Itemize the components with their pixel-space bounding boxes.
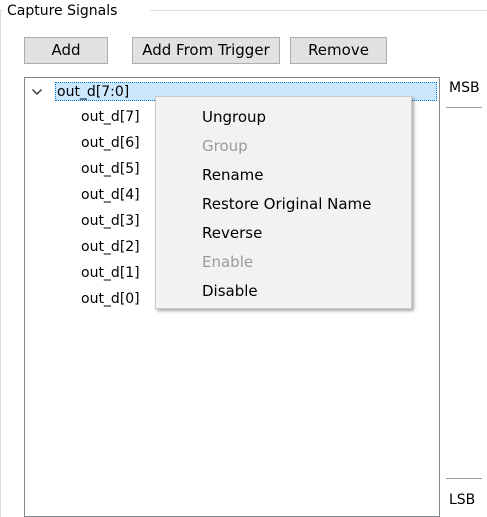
tree-row[interactable]: out_d[6] — [81, 132, 140, 154]
lsb-label: LSB — [449, 492, 476, 508]
lsb-divider — [446, 478, 482, 479]
add-button[interactable]: Add — [24, 37, 108, 64]
tree-row[interactable]: out_d[1] — [81, 262, 140, 284]
tree-row[interactable]: out_d[4] — [81, 184, 140, 206]
chevron-down-icon[interactable] — [29, 81, 45, 103]
menu-item-group: Group — [202, 137, 248, 155]
menu-item-enable: Enable — [202, 253, 254, 271]
add-from-trigger-button[interactable]: Add From Trigger — [132, 37, 280, 64]
groupbox-border — [0, 10, 1, 517]
tree-row[interactable]: out_d[3] — [81, 210, 140, 232]
menu-item-rename[interactable]: Rename — [202, 161, 264, 189]
context-menu: Ungroup Group Rename Restore Original Na… — [155, 96, 412, 309]
menu-item-reverse[interactable]: Reverse — [202, 219, 262, 247]
menu-item-restore-original-name[interactable]: Restore Original Name — [202, 190, 371, 218]
tree-row[interactable]: out_d[7] — [81, 106, 140, 128]
groupbox-title: Capture Signals — [7, 3, 118, 19]
tree-row[interactable]: out_d[5] — [81, 158, 140, 180]
tree-row[interactable]: out_d[2] — [81, 236, 140, 258]
capture-signals-panel: Capture Signals Add Add From Trigger Rem… — [0, 0, 487, 517]
tree-row[interactable]: out_d[0] — [81, 288, 140, 310]
groupbox-border — [150, 10, 487, 11]
menu-item-disable[interactable]: Disable — [202, 277, 258, 305]
menu-item-ungroup[interactable]: Ungroup — [202, 103, 266, 131]
msb-label: MSB — [449, 80, 480, 96]
remove-button[interactable]: Remove — [290, 37, 387, 64]
msb-divider — [446, 107, 482, 108]
